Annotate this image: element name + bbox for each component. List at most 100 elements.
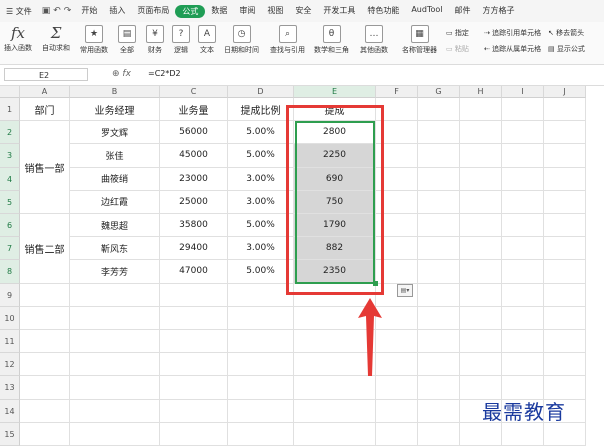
manager-cell[interactable]: 靳风东 bbox=[70, 237, 160, 261]
cell[interactable] bbox=[20, 376, 70, 400]
column-header-A[interactable]: A bbox=[20, 86, 70, 98]
rate-cell[interactable]: 3.00% bbox=[228, 167, 294, 191]
cell[interactable] bbox=[294, 422, 376, 446]
cell[interactable] bbox=[544, 237, 586, 261]
cell[interactable] bbox=[20, 330, 70, 354]
column-header-B[interactable]: B bbox=[70, 86, 160, 98]
cell[interactable] bbox=[418, 214, 460, 238]
rate-cell[interactable]: 5.00% bbox=[228, 144, 294, 168]
cell[interactable] bbox=[502, 330, 544, 354]
cell[interactable] bbox=[70, 422, 160, 446]
cell[interactable] bbox=[70, 376, 160, 400]
cell[interactable] bbox=[502, 167, 544, 191]
cell[interactable] bbox=[20, 353, 70, 377]
manager-cell[interactable]: 张佳 bbox=[70, 144, 160, 168]
name-manager-button[interactable]: ▦ 名称管理器 bbox=[402, 25, 437, 55]
cell[interactable] bbox=[544, 330, 586, 354]
cell[interactable] bbox=[376, 190, 418, 214]
column-header-F[interactable]: F bbox=[376, 86, 418, 98]
cell[interactable] bbox=[228, 330, 294, 354]
undo-icon[interactable]: ↶ bbox=[53, 6, 61, 16]
manager-cell[interactable]: 边红霞 bbox=[70, 190, 160, 214]
cell[interactable] bbox=[460, 121, 502, 145]
logic-button[interactable]: ? 逻辑 bbox=[172, 25, 190, 55]
cell[interactable] bbox=[544, 214, 586, 238]
save-icon[interactable]: ▣ bbox=[42, 6, 51, 16]
cell[interactable] bbox=[418, 144, 460, 168]
cell[interactable] bbox=[70, 353, 160, 377]
tab-3[interactable]: 公式 bbox=[175, 4, 206, 18]
cell[interactable] bbox=[70, 330, 160, 354]
cell[interactable] bbox=[544, 98, 586, 122]
cell[interactable] bbox=[418, 330, 460, 354]
row-header-7[interactable]: 7 bbox=[0, 237, 20, 261]
row-header-9[interactable]: 9 bbox=[0, 283, 20, 307]
cell[interactable] bbox=[502, 214, 544, 238]
insert-function-button[interactable]: fx 插入函数 bbox=[4, 25, 32, 53]
formula-input[interactable]: =C2*D2 bbox=[148, 69, 181, 78]
tab-1[interactable]: 插入 bbox=[103, 5, 131, 18]
define-name-button[interactable]: ▭ 指定 bbox=[446, 28, 469, 38]
row-header-1[interactable]: 1 bbox=[0, 98, 20, 122]
tab-10[interactable]: AudTool bbox=[405, 5, 448, 18]
cell[interactable] bbox=[20, 422, 70, 446]
cell[interactable] bbox=[376, 399, 418, 423]
volume-cell[interactable]: 47000 bbox=[160, 260, 228, 284]
cell[interactable] bbox=[544, 190, 586, 214]
other-functions-button[interactable]: … 其他函数 bbox=[360, 25, 388, 55]
table-header[interactable]: 业务经理 bbox=[70, 98, 160, 122]
cell[interactable] bbox=[20, 306, 70, 330]
volume-cell[interactable]: 23000 bbox=[160, 167, 228, 191]
column-header-G[interactable]: G bbox=[418, 86, 460, 98]
cell[interactable] bbox=[228, 422, 294, 446]
tab-12[interactable]: 方方格子 bbox=[477, 5, 521, 18]
finance-button[interactable]: ¥ 财务 bbox=[146, 25, 164, 55]
volume-cell[interactable]: 29400 bbox=[160, 237, 228, 261]
cell[interactable] bbox=[376, 376, 418, 400]
cell[interactable] bbox=[294, 399, 376, 423]
column-header-D[interactable]: D bbox=[228, 86, 294, 98]
row-header-4[interactable]: 4 bbox=[0, 167, 20, 191]
commission-cell[interactable]: 2250 bbox=[294, 144, 376, 168]
cell[interactable] bbox=[70, 399, 160, 423]
row-header-10[interactable]: 10 bbox=[0, 306, 20, 330]
cell[interactable] bbox=[294, 376, 376, 400]
cell[interactable] bbox=[502, 422, 544, 446]
cell[interactable] bbox=[544, 353, 586, 377]
cell[interactable] bbox=[460, 237, 502, 261]
department-cell[interactable]: 销售一部 bbox=[20, 121, 70, 214]
tab-9[interactable]: 特色功能 bbox=[361, 5, 405, 18]
row-header-6[interactable]: 6 bbox=[0, 214, 20, 238]
cell[interactable] bbox=[418, 306, 460, 330]
column-header-E[interactable]: E bbox=[294, 86, 376, 98]
common-functions-button[interactable]: ★ 常用函数 bbox=[80, 25, 108, 55]
cell[interactable] bbox=[502, 121, 544, 145]
cell[interactable] bbox=[20, 399, 70, 423]
file-menu[interactable]: ☰ 文件 bbox=[0, 6, 38, 17]
tab-6[interactable]: 视图 bbox=[261, 5, 289, 18]
cell[interactable] bbox=[502, 353, 544, 377]
column-header-I[interactable]: I bbox=[502, 86, 544, 98]
row-header-3[interactable]: 3 bbox=[0, 144, 20, 168]
cell[interactable] bbox=[228, 353, 294, 377]
cell[interactable] bbox=[376, 260, 418, 284]
all-functions-button[interactable]: ▤ 全部 bbox=[118, 25, 136, 55]
cell[interactable] bbox=[376, 167, 418, 191]
tab-5[interactable]: 审阅 bbox=[233, 5, 261, 18]
tab-0[interactable]: 开始 bbox=[75, 5, 103, 18]
row-header-12[interactable]: 12 bbox=[0, 353, 20, 377]
cell[interactable] bbox=[20, 283, 70, 307]
row-header-13[interactable]: 13 bbox=[0, 376, 20, 400]
tab-4[interactable]: 数据 bbox=[205, 5, 233, 18]
manager-cell[interactable]: 曲筱绡 bbox=[70, 167, 160, 191]
row-header-11[interactable]: 11 bbox=[0, 330, 20, 354]
cell[interactable] bbox=[502, 98, 544, 122]
cell[interactable] bbox=[160, 306, 228, 330]
cell[interactable] bbox=[502, 144, 544, 168]
cell[interactable] bbox=[460, 283, 502, 307]
rate-cell[interactable]: 5.00% bbox=[228, 260, 294, 284]
trace-precedents-button[interactable]: ⇢ 追踪引用单元格 bbox=[484, 28, 541, 38]
name-box[interactable]: E2 bbox=[4, 68, 88, 81]
cell[interactable] bbox=[160, 399, 228, 423]
cell[interactable] bbox=[418, 399, 460, 423]
